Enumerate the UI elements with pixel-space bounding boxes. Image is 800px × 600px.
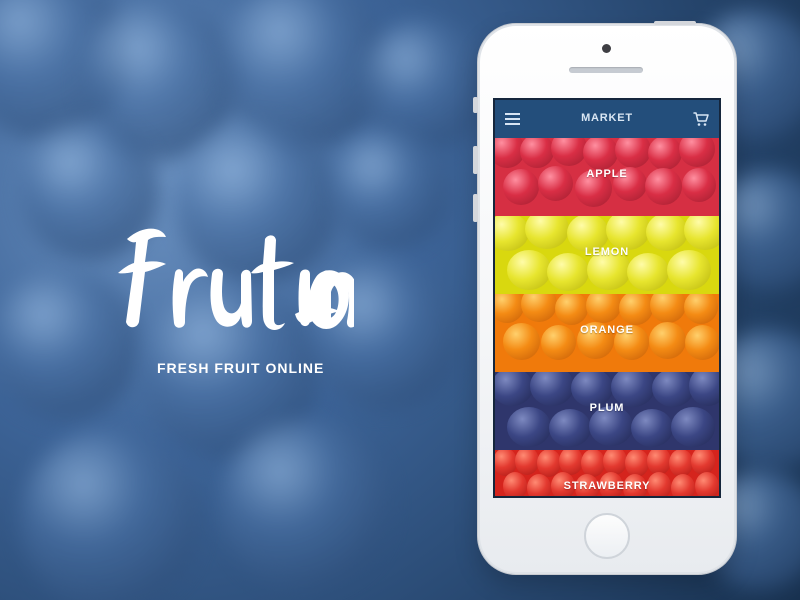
earpiece-speaker — [569, 67, 643, 73]
orange-fruit-6 — [650, 294, 686, 323]
frutino-logo — [114, 219, 354, 344]
orange-fruit-4 — [586, 294, 621, 323]
category-plum-label: PLUM — [589, 402, 625, 414]
lemon-fruit-2 — [525, 216, 569, 249]
blueberry-background-12 — [220, 420, 390, 590]
category-lemon-label: LEMON — [584, 246, 630, 258]
category-strawberry[interactable]: STRAWBERRY — [495, 450, 719, 496]
apple-fruit-3 — [551, 138, 587, 166]
apple-fruit-2 — [520, 138, 554, 168]
orange-fruit-2 — [521, 294, 557, 322]
cart-icon[interactable] — [693, 110, 709, 128]
brand-block: FRESH FRUIT ONLINE — [114, 219, 364, 389]
front-camera-icon — [602, 44, 611, 53]
power-button — [654, 21, 696, 25]
app-screen: MARKET APPLE LEMON ORANGE PLUM STRAWBERR… — [493, 98, 721, 498]
category-orange[interactable]: ORANGE — [495, 294, 719, 372]
apple-fruit-6 — [648, 138, 682, 170]
screen-title: MARKET — [581, 112, 633, 124]
category-strawberry-label: STRAWBERRY — [563, 480, 651, 492]
category-apple[interactable]: APPLE — [495, 138, 719, 216]
orange-fruit-1 — [495, 294, 524, 323]
strawberry-fruit-2 — [515, 450, 539, 475]
strawberry-fruit-9 — [669, 450, 693, 477]
strawberry-fruit-5 — [581, 450, 605, 477]
orange-fruit-3 — [555, 294, 588, 325]
orange-fruit-5 — [619, 294, 653, 325]
volume-down-button — [473, 194, 478, 222]
orange-fruit-7 — [684, 294, 718, 324]
blueberry-background-11 — [20, 430, 200, 600]
strawberry-fruit-6 — [603, 450, 627, 475]
cart-icon-glyph — [693, 112, 709, 126]
lemon-fruit-6 — [684, 216, 719, 250]
frutino-logo-mark — [118, 228, 354, 330]
apple-fruit-4 — [583, 138, 618, 170]
mute-switch — [473, 97, 478, 113]
apple-fruit-7 — [679, 138, 715, 167]
plum-fruit-6 — [689, 372, 719, 406]
category-orange-label: ORANGE — [580, 324, 634, 336]
brand-tagline: FRESH FRUIT ONLINE — [157, 360, 325, 376]
plum-fruit-2 — [530, 372, 574, 406]
category-lemon[interactable]: LEMON — [495, 216, 719, 294]
strawberry-fruit-10 — [691, 450, 715, 475]
apple-fruit-5 — [615, 138, 651, 168]
category-apple-label: APPLE — [586, 168, 628, 180]
top-navigation-bar: MARKET — [495, 100, 719, 138]
landing-scene: FRESH FRUIT ONLINE MARKET APPLE LEMON OR… — [0, 0, 800, 600]
phone-mockup: MARKET APPLE LEMON ORANGE PLUM STRAWBERR… — [473, 21, 736, 574]
plum-fruit-8 — [549, 409, 591, 447]
plum-fruit-1 — [495, 372, 533, 406]
plum-fruit-10 — [631, 409, 673, 447]
lemon-fruit-8 — [547, 253, 589, 291]
strawberry-fruit-7 — [625, 450, 649, 477]
category-plum[interactable]: PLUM — [495, 372, 719, 450]
lemon-fruit-10 — [627, 253, 669, 291]
lemon-fruit-4 — [606, 216, 650, 250]
volume-up-button — [473, 146, 478, 174]
home-button[interactable] — [584, 513, 630, 559]
